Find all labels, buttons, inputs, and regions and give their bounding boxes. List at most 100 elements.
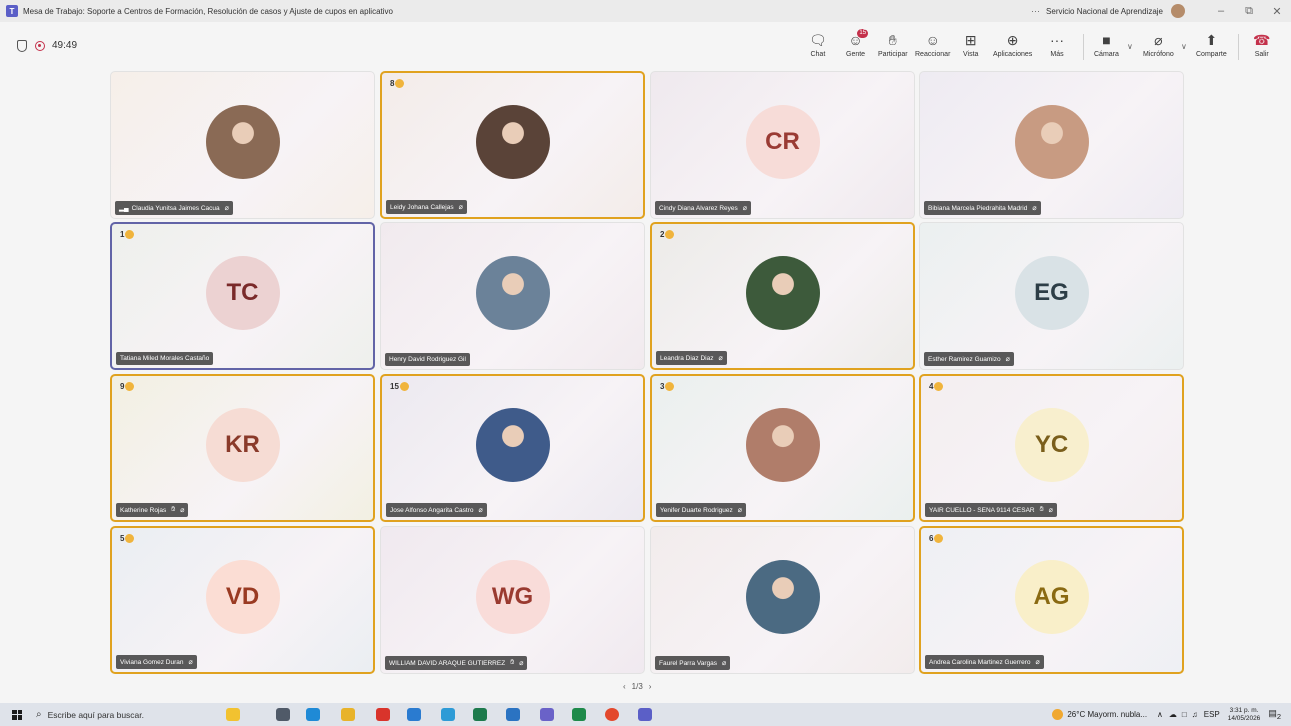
- chrome-icon[interactable]: [605, 708, 619, 721]
- mic-muted-icon: ⌀: [1005, 356, 1010, 363]
- raised-hand-icon: [395, 79, 405, 88]
- camera-off-icon: ■: [1102, 32, 1111, 48]
- close-button[interactable]: ✕: [1263, 5, 1291, 18]
- mic-options-chevron-icon[interactable]: ∨: [1181, 42, 1187, 51]
- language-indicator[interactable]: ESP: [1204, 710, 1220, 719]
- participant-photo-avatar: [745, 256, 820, 330]
- mic-muted-icon: ⌀: [1035, 659, 1040, 666]
- raised-hand-order: 2: [660, 230, 665, 239]
- participant-tile[interactable]: 6 AG Andrea Carolina Martinez Guerrero ⌀: [919, 526, 1184, 674]
- participant-name-label: Jose Alfonso Angarita Castro ⌀: [386, 503, 487, 517]
- people-icon: ☺︎ 15: [848, 29, 869, 48]
- search-icon: ⌕: [36, 709, 42, 720]
- acrobat-icon[interactable]: [376, 708, 390, 721]
- participant-tile[interactable]: 4 YC YAIR CUELLO - SENA 9114 CESAR ✋︎ ⌀: [919, 374, 1184, 522]
- participant-name: Faurel Parra Vargas: [659, 659, 718, 667]
- taskbar-search[interactable]: ⌕ Escribe aquí para buscar.: [36, 705, 216, 724]
- raised-hand-badge: 4: [929, 382, 944, 391]
- app-icon[interactable]: [506, 708, 520, 721]
- mic-muted-icon: ⌀: [188, 659, 193, 666]
- participant-tile[interactable]: 1 TC Tatiana Miled Morales Castaño: [110, 222, 375, 370]
- participant-initials-avatar: AG: [1014, 560, 1089, 634]
- raised-hand-icon: [934, 382, 944, 391]
- weather-text[interactable]: 26°C Mayorm. nubla...: [1067, 710, 1147, 719]
- file-explorer-icon[interactable]: [341, 708, 355, 721]
- participant-tile[interactable]: 8 Leidy Johana Callejas ⌀: [380, 71, 645, 219]
- app-icon[interactable]: [540, 708, 554, 721]
- participant-initials-avatar: VD: [205, 560, 280, 634]
- participant-tile[interactable]: Bibiana Marcela Piedrahita Madrid ⌀: [919, 71, 1184, 219]
- participant-name: Tatiana Miled Morales Castaño: [120, 355, 210, 362]
- account-avatar[interactable]: [1171, 4, 1185, 18]
- raise-hand-button[interactable]: ✋︎ Participar: [878, 31, 908, 58]
- chevron-up-icon[interactable]: ∧: [1157, 710, 1163, 719]
- participant-name: WILLIAM DAVID ARAQUE GUTIERREZ: [389, 659, 506, 667]
- participant-photo-avatar: [745, 408, 820, 482]
- raised-hand-badge: 5: [120, 534, 135, 543]
- participant-name: Katherine Rojas: [120, 506, 167, 514]
- raised-hand-order: 1: [120, 230, 125, 239]
- more-options-icon[interactable]: ···: [1031, 6, 1040, 16]
- raised-hand-badge: 2: [660, 230, 675, 239]
- notifications-icon[interactable]: ▤2: [1268, 708, 1281, 721]
- apps-button[interactable]: ⊕ Aplicaciones: [993, 31, 1032, 58]
- leave-button[interactable]: ☎︎ Salir: [1253, 31, 1270, 58]
- notification-count: 2: [1276, 711, 1281, 721]
- mic-muted-icon: ⌀: [1048, 507, 1053, 514]
- previous-page-icon[interactable]: ‹: [623, 682, 626, 691]
- volume-icon[interactable]: ♫︎: [1192, 710, 1198, 719]
- participant-tile[interactable]: Henry David Rodriguez Gil: [380, 222, 645, 370]
- people-button[interactable]: ☺︎ 15 Gente: [846, 29, 869, 58]
- network-icon[interactable]: □: [1182, 710, 1187, 719]
- mic-button[interactable]: ⌀ Micrófono: [1143, 31, 1174, 58]
- shield-icon: [17, 40, 27, 52]
- participant-tile[interactable]: 5 VD Viviana Gomez Duran ⌀: [110, 526, 375, 674]
- participant-name-label: Bibiana Marcela Piedrahita Madrid ⌀: [924, 201, 1041, 215]
- participant-tile[interactable]: 15 Jose Alfonso Angarita Castro ⌀: [380, 374, 645, 522]
- mic-muted-icon: ⌀: [722, 660, 727, 667]
- participant-name-label: YAIR CUELLO - SENA 9114 CESAR ✋︎ ⌀: [925, 503, 1057, 517]
- restore-button[interactable]: ⧉: [1235, 5, 1263, 18]
- participant-name-label: Tatiana Miled Morales Castaño: [116, 352, 214, 365]
- toolbar-divider: [1083, 34, 1084, 60]
- smiley-icon: ☺︎: [925, 32, 940, 48]
- participant-tile[interactable]: Faurel Parra Vargas ⌀: [650, 526, 915, 674]
- chat-button[interactable]: 🗨︎ Chat: [809, 31, 827, 58]
- outlook-icon[interactable]: [441, 708, 455, 721]
- participant-name: Leidy Johana Callejas: [390, 203, 454, 211]
- raised-hand-icon: [125, 230, 135, 239]
- reaction-icon: ✋︎: [1039, 506, 1044, 513]
- more-button[interactable]: ··· Más: [1050, 31, 1064, 58]
- edge-icon[interactable]: [306, 708, 320, 721]
- share-button[interactable]: ⬆︎ Comparte: [1196, 31, 1227, 58]
- recording-icon: [35, 41, 45, 51]
- participant-tile[interactable]: WG WILLIAM DAVID ARAQUE GUTIERREZ ✋︎ ⌀: [380, 526, 645, 674]
- raised-hand-order: 8: [390, 79, 395, 88]
- participant-tile[interactable]: EG Esther Ramirez Guamizo ⌀: [919, 222, 1184, 370]
- camera-options-chevron-icon[interactable]: ∨: [1127, 42, 1133, 51]
- participant-tile[interactable]: 3 Yenifer Duarte Rodriguez ⌀: [650, 374, 915, 522]
- chat-icon: 🗨︎: [809, 32, 827, 48]
- react-button[interactable]: ☺︎ Reaccionar: [915, 31, 950, 58]
- clock[interactable]: 3:31 p. m. 14/05/2026: [1228, 707, 1261, 723]
- app-icon[interactable]: [473, 708, 487, 721]
- teams-icon[interactable]: [638, 708, 652, 721]
- store-icon[interactable]: [407, 708, 421, 721]
- minimize-button[interactable]: –: [1207, 5, 1235, 17]
- task-view-icon[interactable]: [276, 708, 290, 721]
- next-page-icon[interactable]: ›: [649, 682, 652, 691]
- participant-tile[interactable]: CR Cindy Diana Alvarez Reyes ⌀: [650, 71, 915, 219]
- participant-tile[interactable]: 9 KR Katherine Rojas ✋︎ ⌀: [110, 374, 375, 522]
- cloud-icon[interactable]: ☁︎: [1169, 710, 1177, 719]
- view-button[interactable]: ⊞ Vista: [963, 31, 978, 58]
- camera-button[interactable]: ■ Cámara: [1094, 31, 1119, 58]
- copilot-icon[interactable]: [226, 708, 240, 721]
- windows-taskbar: ⌕ Escribe aquí para buscar. 26°C Mayorm.…: [0, 703, 1291, 726]
- hang-up-icon: ☎︎: [1253, 32, 1271, 48]
- participant-photo-avatar: [475, 408, 550, 482]
- participant-tile[interactable]: 2 Leandra Diaz Diaz ⌀: [650, 222, 915, 370]
- windows-start-icon[interactable]: [12, 709, 22, 720]
- participant-tile[interactable]: ▂▄ Claudia Yunitsa Jaimes Cacua ⌀: [110, 71, 375, 219]
- participant-name-label: Leidy Johana Callejas ⌀: [386, 200, 467, 214]
- excel-icon[interactable]: [572, 708, 586, 721]
